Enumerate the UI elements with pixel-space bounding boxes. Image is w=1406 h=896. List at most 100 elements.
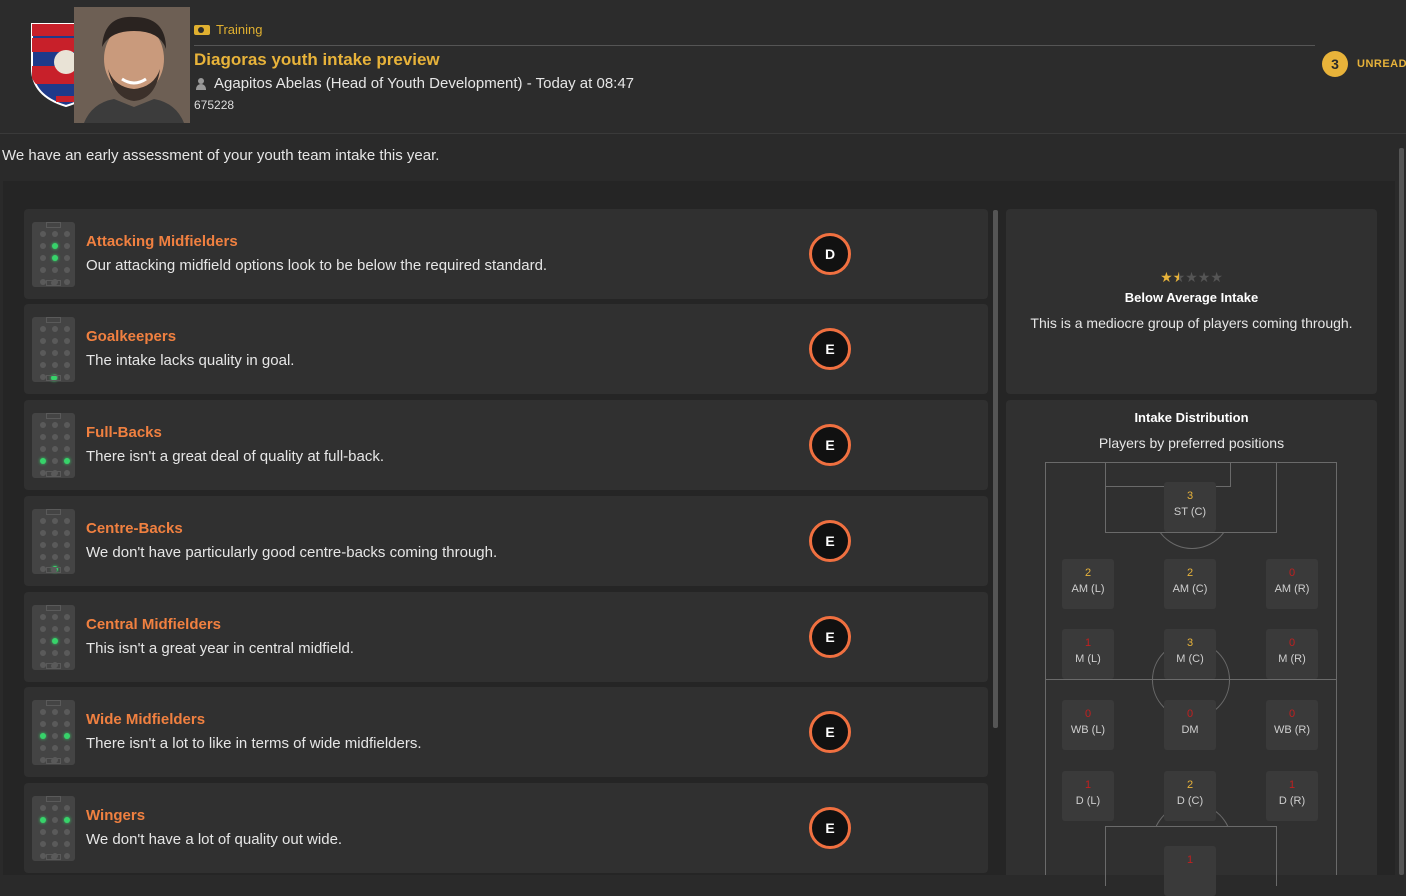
position-count: 1 (1084, 779, 1092, 791)
position-label: AM (C) (1172, 583, 1208, 595)
assessment-title[interactable]: Wingers (86, 807, 145, 824)
position-count: 3 (1186, 490, 1194, 502)
sender-photo (74, 7, 190, 123)
grade-badge: E (809, 616, 851, 658)
assessment-row[interactable]: Centre-Backs We don't have particularly g… (24, 496, 988, 586)
position-label: AM (L) (1071, 583, 1105, 595)
grade-badge: E (809, 520, 851, 562)
message-header: Training Diagoras youth intake preview A… (0, 0, 1406, 134)
position-label: DM (1181, 724, 1199, 736)
pitch-fb-icon (32, 413, 75, 478)
assessment-title[interactable]: Full-Backs (86, 424, 162, 441)
pitch-cm-icon (32, 605, 75, 670)
position-label: M (R) (1278, 653, 1306, 665)
assessment-description: Our attacking midfield options look to b… (86, 257, 548, 274)
list-scrollbar[interactable] (993, 210, 998, 728)
star-icon: ★ (1197, 269, 1211, 285)
position-count: 1 (1186, 854, 1194, 866)
assessment-row[interactable]: Attacking Midfielders Our attacking midfi… (24, 209, 988, 299)
position-box-m-r[interactable]: 0 M (R) (1266, 629, 1318, 679)
unread-label: UNREAD (1357, 58, 1406, 70)
assessment-title[interactable]: Central Midfielders (86, 616, 221, 633)
position-label: M (C) (1176, 653, 1204, 665)
assessment-description: We don't have a lot of quality out wide. (86, 831, 343, 848)
assessment-title[interactable]: Attacking Midfielders (86, 233, 238, 250)
position-count: 0 (1084, 708, 1092, 720)
position-box-wb-l[interactable]: 0 WB (L) (1062, 700, 1114, 750)
assessment-description: This isn't a great year in central midfi… (86, 640, 354, 657)
intake-distribution-card: Intake Distribution Players by preferred… (1006, 400, 1377, 896)
grade-badge: D (809, 233, 851, 275)
assessment-title[interactable]: Centre-Backs (86, 520, 183, 537)
message-id: 675228 (194, 98, 235, 112)
assessment-description: There isn't a lot to like in terms of wi… (86, 735, 422, 752)
position-count: 2 (1186, 779, 1194, 791)
position-label: D (C) (1176, 795, 1204, 807)
pitch-diagram: 3 ST (C) 2 AM (L) 2 AM (C) 0 AM (R) 1 M (L) 3 M (C)… (1045, 462, 1337, 896)
sender-row[interactable]: Agapitos Abelas (Head of Youth Developme… (194, 75, 634, 92)
position-count: 0 (1288, 637, 1296, 649)
intro-text: We have an early assessment of your yout… (2, 147, 440, 164)
position-box-d-c[interactable]: 2 D (C) (1164, 771, 1216, 821)
page-scrollbar[interactable] (1399, 148, 1404, 875)
position-box-d-l[interactable]: 1 D (L) (1062, 771, 1114, 821)
position-count: 2 (1084, 567, 1092, 579)
star-icon: ★ (1185, 269, 1198, 285)
position-box-st-c[interactable]: 3 ST (C) (1164, 482, 1216, 532)
position-count: 0 (1288, 567, 1296, 579)
grade-badge: E (809, 424, 851, 466)
assessment-row[interactable]: Wide Midfielders There isn't a lot to lik… (24, 687, 988, 777)
assessment-row[interactable]: Full-Backs There isn't a great deal of qu… (24, 400, 988, 490)
star-icon: ★ (1160, 269, 1173, 285)
assessment-row[interactable]: Wingers We don't have a lot of quality ou… (24, 783, 988, 873)
grade-badge: E (809, 711, 851, 753)
star-icon: ★ (1172, 269, 1186, 285)
position-box-gk[interactable]: 1 (1164, 846, 1216, 896)
grade-badge: E (809, 807, 851, 849)
assessment-description: The intake lacks quality in goal. (86, 352, 295, 369)
position-label: D (L) (1075, 795, 1101, 807)
summary-title: Below Average Intake (1124, 290, 1259, 305)
distribution-title: Intake Distribution (1134, 410, 1249, 425)
position-box-am-l[interactable]: 2 AM (L) (1062, 559, 1114, 609)
header-divider (194, 45, 1315, 46)
category-tag[interactable]: Training (194, 22, 262, 37)
sender-text: Agapitos Abelas (Head of Youth Developme… (214, 75, 635, 92)
position-box-dm[interactable]: 0 DM (1164, 700, 1216, 750)
position-count: 1 (1288, 779, 1296, 791)
message-subject: Diagoras youth intake preview (194, 50, 440, 69)
position-count: 3 (1186, 637, 1194, 649)
sender-portrait-icon (74, 7, 190, 123)
position-box-am-r[interactable]: 0 AM (R) (1266, 559, 1318, 609)
assessment-description: There isn't a great deal of quality at f… (86, 448, 385, 465)
assessment-description: We don't have particularly good centre-b… (86, 544, 498, 561)
assessment-row[interactable]: Goalkeepers The intake lacks quality in g… (24, 304, 988, 394)
tag-icon (194, 24, 210, 35)
unread-indicator[interactable]: 3 UNREAD (1322, 51, 1406, 77)
position-label: ST (C) (1173, 506, 1207, 518)
position-count: 0 (1186, 708, 1194, 720)
pitch-am-icon (32, 222, 75, 287)
person-icon (194, 77, 208, 90)
intake-summary-card: ★★★★★ Below Average Intake This is a med… (1006, 209, 1377, 394)
position-count: 1 (1084, 637, 1092, 649)
position-label: D (R) (1278, 795, 1306, 807)
position-box-m-c[interactable]: 3 M (C) (1164, 629, 1216, 679)
position-box-am-c[interactable]: 2 AM (C) (1164, 559, 1216, 609)
unread-count-badge: 3 (1322, 51, 1348, 77)
assessment-title[interactable]: Wide Midfielders (86, 711, 205, 728)
pitch-wm-icon (32, 700, 75, 765)
category-label: Training (216, 22, 263, 37)
position-label: AM (R) (1274, 583, 1310, 595)
position-box-m-l[interactable]: 1 M (L) (1062, 629, 1114, 679)
star-icon: ★ (1210, 269, 1223, 285)
pitch-cb-icon (32, 509, 75, 574)
position-label: WB (L) (1070, 724, 1106, 736)
assessment-row[interactable]: Central Midfielders This isn't a great ye… (24, 592, 988, 682)
grade-badge: E (809, 328, 851, 370)
position-box-d-r[interactable]: 1 D (R) (1266, 771, 1318, 821)
position-label: M (L) (1075, 653, 1101, 665)
assessment-title[interactable]: Goalkeepers (86, 328, 176, 345)
position-box-wb-r[interactable]: 0 WB (R) (1266, 700, 1318, 750)
summary-description: This is a mediocre group of players comi… (1030, 315, 1353, 331)
